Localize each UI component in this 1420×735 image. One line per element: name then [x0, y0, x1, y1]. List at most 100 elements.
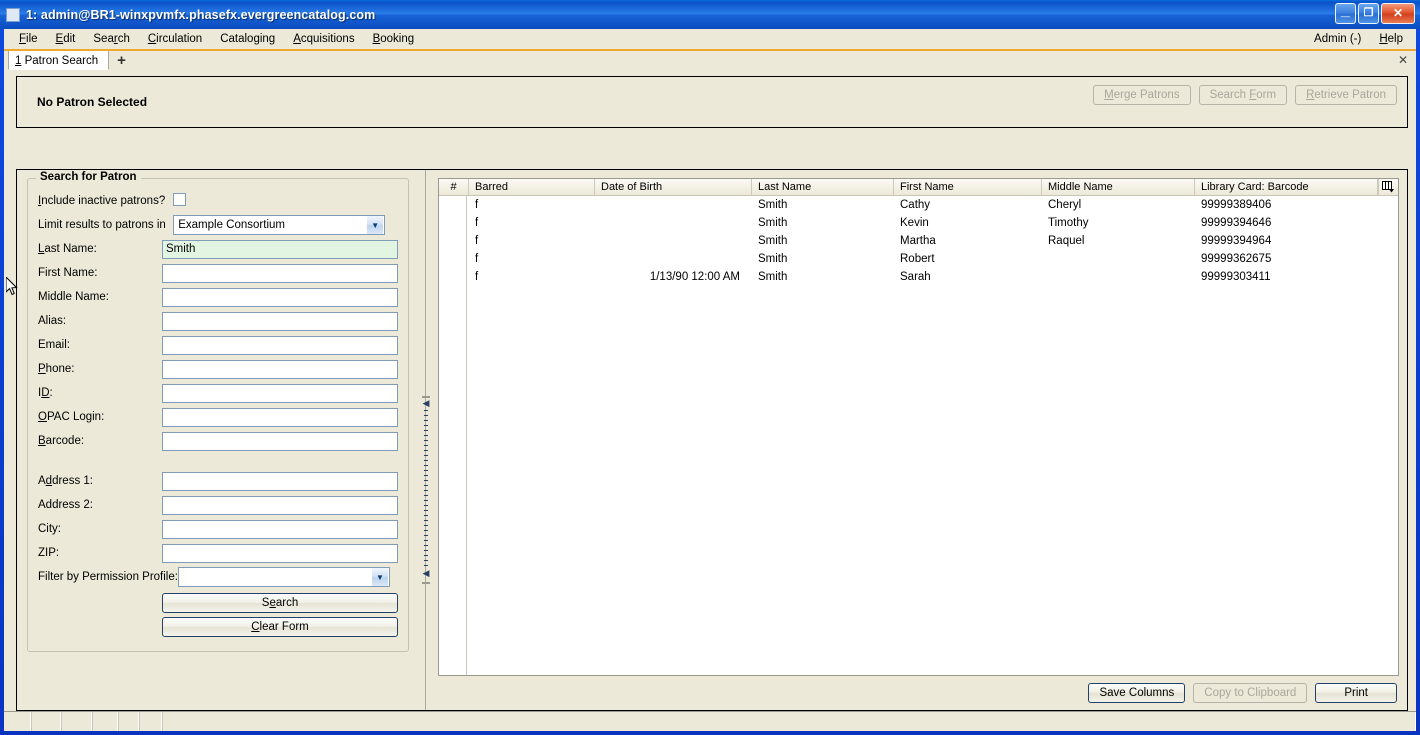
maximize-button[interactable]: ❐ [1358, 3, 1379, 24]
barcode-field-wrap [162, 431, 398, 451]
alias-label: Alias: [38, 315, 67, 327]
results-pane: # Barred Date of Birth Last Name First N… [434, 169, 1408, 711]
email-input[interactable] [162, 335, 398, 355]
barcode-label: Barcode: [38, 435, 85, 447]
cell-middle-name: Timothy [1048, 217, 1089, 229]
merge-patrons-button[interactable]: Merge Patrons [1093, 85, 1191, 105]
search-for-patron-fieldset: Search for Patron Include inactive patro… [27, 171, 409, 652]
column-header-first-name[interactable]: First Name [894, 179, 1042, 195]
minimize-button[interactable]: _ [1335, 3, 1356, 24]
middle-name-label: Middle Name: [38, 291, 109, 303]
cell-barred: f [475, 199, 479, 211]
client-area: File Edit Search Circulation Cataloging … [4, 29, 1416, 731]
status-cell-5 [118, 712, 139, 731]
retrieve-patron-button[interactable]: Retrieve Patron [1295, 85, 1397, 105]
include-inactive-checkbox[interactable] [173, 193, 187, 206]
splitter-collapse-left-icon[interactable]: ◀ [422, 398, 430, 408]
id-field-wrap [162, 383, 398, 403]
column-header-middle-name[interactable]: Middle Name [1042, 179, 1195, 195]
phone-label: Phone: [38, 363, 75, 375]
close-tab-icon[interactable]: ✕ [1398, 53, 1408, 67]
menu-admin[interactable]: Admin (-) [1305, 31, 1370, 47]
opac-login-input[interactable] [162, 407, 398, 427]
city-label: City: [38, 523, 61, 535]
limit-results-label: Limit results to patrons in [38, 219, 166, 231]
row-middle-name: Middle Name: [38, 285, 398, 309]
grid-body[interactable]: 1 f Smith Cathy Cheryl 99999389406 2 f S… [439, 196, 1398, 675]
clear-form-button[interactable]: Clear Form [162, 616, 398, 637]
last-name-input[interactable] [162, 239, 398, 259]
cell-barred: f [475, 271, 479, 283]
zip-input[interactable] [162, 543, 398, 563]
menu-circulation[interactable]: Circulation [139, 31, 211, 47]
table-row[interactable]: 5 f 1/13/90 12:00 AM Smith Sarah 9999930… [439, 268, 1398, 286]
permission-profile-select[interactable]: ▼ [177, 567, 390, 587]
barcode-input[interactable] [162, 431, 398, 451]
status-cell-4 [92, 712, 118, 731]
alias-input[interactable] [162, 311, 398, 331]
column-header-barred[interactable]: Barred [469, 179, 595, 195]
copy-to-clipboard-button[interactable]: Copy to Clipboard [1193, 683, 1308, 703]
address2-input[interactable] [162, 495, 398, 515]
alias-field-wrap [162, 311, 398, 331]
org-unit-select[interactable]: Example Consortium ▼ [173, 215, 386, 235]
table-row[interactable]: 4 f Smith Robert 99999362675 [439, 250, 1398, 268]
print-button[interactable]: Print [1315, 683, 1397, 703]
search-button[interactable]: Se arch [162, 592, 398, 613]
phone-input[interactable] [162, 359, 398, 379]
cell-middle-name: Raquel [1048, 235, 1085, 247]
address1-label: Address 1: [38, 475, 93, 487]
limit-results-field: Example Consortium ▼ [173, 215, 398, 235]
column-header-last-name[interactable]: Last Name [752, 179, 894, 195]
cell-library-card-barcode: 99999394646 [1201, 217, 1272, 229]
city-input[interactable] [162, 519, 398, 539]
new-tab-button[interactable]: + [109, 51, 134, 70]
address1-input[interactable] [162, 471, 398, 491]
include-inactive-label: Include inactive patrons? [38, 195, 166, 207]
last-name-field-wrap [162, 239, 398, 259]
row-phone: Phone: [38, 357, 398, 381]
cell-barred: f [475, 217, 479, 229]
row-clear-button: Clear Form [38, 613, 398, 637]
address2-field-wrap [162, 495, 398, 515]
title-bar: 1: admin@BR1-winxpvmfx.phasefx.evergreen… [0, 0, 1420, 29]
table-row[interactable]: 3 f Smith Martha Raquel 99999394964 [439, 232, 1398, 250]
close-button[interactable]: ✕ [1381, 3, 1415, 24]
row-permission-profile: Filter by Permission Profile: ▼ [38, 565, 398, 589]
search-form-button[interactable]: Search Form [1198, 85, 1288, 105]
cell-library-card-barcode: 99999394964 [1201, 235, 1272, 247]
first-name-input[interactable] [162, 263, 398, 283]
menu-search[interactable]: Search [84, 31, 138, 47]
address1-field-wrap [162, 471, 398, 491]
save-columns-button[interactable]: Save Columns [1088, 683, 1186, 703]
menu-cataloging[interactable]: Cataloging [211, 31, 284, 47]
row-barcode: Barcode: [38, 429, 398, 453]
phone-field-wrap [162, 359, 398, 379]
menu-help[interactable]: Help [1370, 31, 1412, 47]
first-name-label: First Name: [38, 267, 98, 279]
menu-booking[interactable]: Booking [364, 31, 424, 47]
chevron-down-icon: ▼ [370, 568, 388, 586]
pane-splitter[interactable]: ◀ ◀ [420, 169, 434, 711]
patron-action-buttons: Merge Patrons Search Form Retrieve Patro… [1093, 85, 1397, 105]
menu-acquisitions[interactable]: Acquisitions [284, 31, 363, 47]
column-header-date-of-birth[interactable]: Date of Birth [595, 179, 752, 195]
tab-patron-search[interactable]: 1 Patron Search [8, 51, 110, 70]
window-controls: _ ❐ ✕ [1335, 3, 1415, 24]
status-cell-1 [4, 712, 31, 731]
column-header-number[interactable]: # [439, 179, 469, 195]
splitter-collapse-right-icon[interactable]: ◀ [422, 568, 430, 578]
menu-edit[interactable]: Edit [47, 31, 85, 47]
middle-name-input[interactable] [162, 287, 398, 307]
cell-number: 3 [450, 235, 458, 247]
column-header-library-card-barcode[interactable]: Library Card: Barcode [1195, 179, 1378, 195]
column-picker-icon[interactable] [1378, 179, 1398, 195]
table-row[interactable]: 1 f Smith Cathy Cheryl 99999389406 [439, 196, 1398, 214]
menu-file[interactable]: File [10, 31, 47, 47]
id-input[interactable] [162, 383, 398, 403]
splitter-grip [424, 410, 428, 570]
org-unit-value: Example Consortium [178, 219, 285, 231]
column-picker-glyph [1382, 181, 1394, 193]
email-field-wrap [162, 335, 398, 355]
table-row[interactable]: 2 f Smith Kevin Timothy 99999394646 [439, 214, 1398, 232]
